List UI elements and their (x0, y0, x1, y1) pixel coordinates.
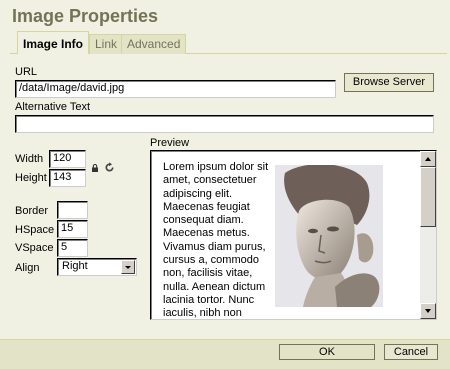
url-input[interactable]: /data/Image/david.jpg (15, 80, 336, 98)
tab-image-info[interactable]: Image Info (17, 31, 90, 54)
scroll-up-button[interactable] (420, 151, 436, 167)
height-label: Height (15, 172, 47, 184)
arrow-up-icon (425, 157, 431, 161)
preview-text: Lorem ipsum dolor sit amet, consectetuer… (163, 161, 269, 320)
lock-ratio-icon[interactable] (91, 164, 99, 172)
chevron-down-icon (125, 266, 131, 269)
ok-button[interactable]: OK (279, 344, 375, 360)
alt-text-label: Alternative Text (15, 101, 91, 113)
preview-label: Preview (150, 137, 190, 149)
align-label: Align (15, 262, 40, 274)
height-input[interactable]: 143 (49, 169, 86, 187)
scroll-down-button[interactable] (420, 303, 436, 319)
width-input[interactable]: 120 (49, 150, 86, 168)
dialog-footer (0, 339, 450, 369)
align-selected-value: Right (62, 260, 88, 272)
cancel-button[interactable]: Cancel (384, 344, 438, 360)
browse-server-button[interactable]: Browse Server (344, 73, 434, 92)
url-label: URL (15, 66, 38, 78)
reset-size-icon[interactable] (104, 162, 115, 173)
align-select[interactable]: Right (57, 258, 137, 276)
tab-advanced[interactable]: Advanced (121, 34, 187, 54)
scroll-thumb[interactable] (420, 167, 436, 227)
border-label: Border (15, 205, 49, 217)
width-label: Width (15, 153, 44, 165)
border-input[interactable] (57, 201, 88, 219)
alt-text-input[interactable] (15, 115, 434, 133)
hspace-input[interactable]: 15 (57, 220, 88, 238)
preview-scrollbar[interactable] (420, 151, 436, 319)
david-statue-image (275, 165, 383, 307)
arrow-down-icon (425, 309, 431, 313)
preview-pane: Lorem ipsum dolor sit amet, consectetuer… (150, 150, 437, 320)
vspace-label: VSpace (15, 242, 54, 254)
align-dropdown-button[interactable] (121, 260, 135, 274)
vspace-input[interactable]: 5 (57, 239, 88, 257)
dialog-title: Image Properties (12, 6, 159, 26)
hspace-label: HSpace (15, 224, 55, 236)
tab-link[interactable]: Link (89, 34, 124, 54)
